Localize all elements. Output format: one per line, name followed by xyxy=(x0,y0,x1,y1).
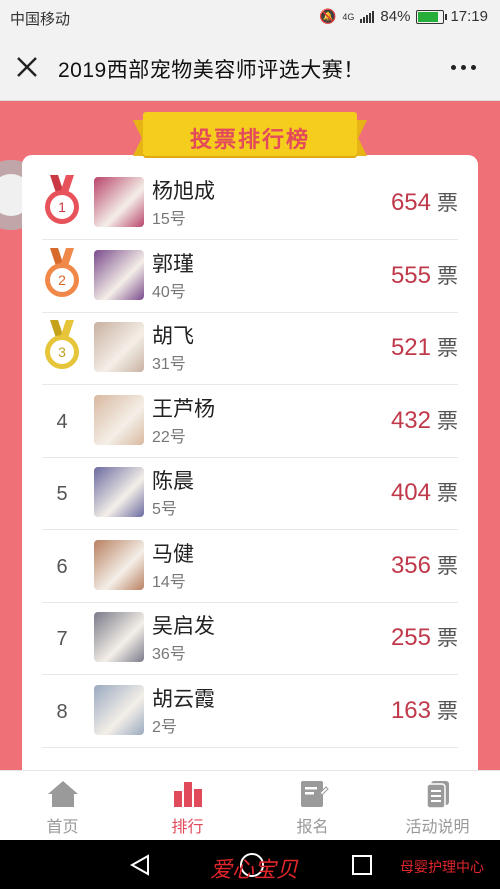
more-dots-icon[interactable] xyxy=(451,65,476,70)
document-icon xyxy=(425,781,449,809)
vote-count: 555 票 xyxy=(390,261,458,289)
carrier-name: 中国移动 xyxy=(10,11,71,28)
title-bar: 2019西部宠物美容师评选大赛！ xyxy=(0,34,500,101)
tab-ranking[interactable]: 排行 xyxy=(125,771,250,841)
svg-text:1: 1 xyxy=(58,199,66,215)
contestant-number: 31号 xyxy=(152,356,186,373)
contestant-number: 5号 xyxy=(152,501,177,518)
vote-count: 404 票 xyxy=(390,479,458,506)
vote-count: 432 票 xyxy=(390,406,458,434)
contestant-name: 陈晨 xyxy=(152,470,194,493)
leaderboard-row[interactable]: 4 王芦杨 22号 432 票 xyxy=(42,385,458,458)
vote-unit: 票 xyxy=(437,482,458,505)
vote-unit: 票 xyxy=(437,192,458,215)
leaderboard-row[interactable]: 6 马健 14号 356 票 xyxy=(42,530,458,603)
tab-home[interactable]: 首页 xyxy=(0,771,125,841)
status-icons: 🔕 4G 84% 17:19 xyxy=(319,8,488,25)
tab-label: 活动说明 xyxy=(405,819,470,836)
vote-count: 163 票 xyxy=(390,696,458,724)
leaderboard-row[interactable]: 2 郭瑾 40号 555 票 xyxy=(42,240,458,313)
leaderboard-row[interactable]: 8 胡云霞 2号 163 票 xyxy=(42,675,458,748)
vote-unit: 票 xyxy=(437,264,458,288)
back-icon[interactable] xyxy=(130,854,150,876)
rank-number: 8 xyxy=(56,700,68,723)
vote-unit: 票 xyxy=(437,409,458,433)
system-nav-bar: 爱心宝贝 母婴护理中心 xyxy=(0,840,500,889)
rank-number: 7 xyxy=(56,628,68,650)
signal-icon xyxy=(360,10,375,23)
vote-unit: 票 xyxy=(437,627,458,650)
status-bar: 中国移动 🔕 4G 84% 17:19 xyxy=(0,0,500,34)
contestant-name: 吴启发 xyxy=(152,615,215,638)
contestant-photo[interactable] xyxy=(94,684,144,735)
vote-unit: 票 xyxy=(437,699,458,723)
contestant-photo[interactable] xyxy=(94,539,144,590)
tab-label: 首页 xyxy=(46,819,79,836)
vote-count: 521 票 xyxy=(390,334,458,361)
vote-count: 356 票 xyxy=(390,551,458,579)
tab-signup[interactable]: 报名 xyxy=(250,771,375,841)
contestant-name: 杨旭成 xyxy=(152,180,215,203)
leaderboard-card: 1 杨旭成 15号 654 票 2 郭瑾 40号 555 票 3 胡飞 31号 52… xyxy=(22,155,478,795)
contestant-photo[interactable] xyxy=(94,249,144,300)
home-icon xyxy=(47,781,78,807)
close-icon[interactable] xyxy=(14,54,40,80)
tab-label: 报名 xyxy=(296,819,329,836)
svg-text:2: 2 xyxy=(58,272,66,288)
clock: 17:19 xyxy=(450,8,488,25)
mute-icon: 🔕 xyxy=(318,8,337,24)
vote-unit: 票 xyxy=(437,554,458,578)
recent-apps-icon[interactable] xyxy=(352,855,372,875)
contestant-number: 14号 xyxy=(152,573,186,591)
contestant-name: 胡飞 xyxy=(152,325,194,348)
contestant-photo[interactable] xyxy=(94,177,144,227)
rank-number: 5 xyxy=(56,483,68,505)
battery-percent: 84% xyxy=(380,8,411,25)
tab-instructions[interactable]: 活动说明 xyxy=(375,771,500,841)
contestant-name: 王芦杨 xyxy=(152,397,215,421)
rank-number: 6 xyxy=(56,555,68,578)
medal-icon: 3 xyxy=(45,320,79,369)
bar-chart-icon xyxy=(173,782,202,807)
page-title: 2019西部宠物美容师评选大赛！ xyxy=(58,59,365,82)
rank-number: 4 xyxy=(56,410,68,433)
edit-icon xyxy=(300,781,329,807)
tab-label: 排行 xyxy=(171,819,204,836)
ribbon-title: 投票排行榜 xyxy=(189,127,310,152)
watermark-text: 爱心宝贝 xyxy=(210,857,299,882)
battery-icon xyxy=(416,9,448,24)
leaderboard-row[interactable]: 7 吴启发 36号 255 票 xyxy=(42,602,458,675)
contestant-photo[interactable] xyxy=(94,612,144,662)
leaderboard-row[interactable]: 5 陈晨 5号 404 票 xyxy=(42,457,458,530)
network-type: 4G xyxy=(342,11,355,22)
watermark-text: 母婴护理中心 xyxy=(400,859,484,875)
leaderboard-row[interactable]: 1 杨旭成 15号 654 票 xyxy=(42,167,458,240)
contestant-name: 郭瑾 xyxy=(152,252,194,276)
vote-count: 654 票 xyxy=(390,189,458,216)
contestant-photo[interactable] xyxy=(94,322,144,372)
contestant-number: 15号 xyxy=(152,211,186,228)
contestant-photo[interactable] xyxy=(94,394,144,445)
contestant-photo[interactable] xyxy=(94,467,144,517)
leaderboard-ribbon: 投票排行榜 xyxy=(133,112,367,162)
bottom-tab-bar: 首页 排行 报名 活动说明 xyxy=(0,770,500,841)
vote-count: 255 票 xyxy=(390,624,458,651)
leaderboard-row[interactable]: 3 胡飞 31号 521 票 xyxy=(42,312,458,385)
contestant-number: 22号 xyxy=(152,428,186,446)
vote-unit: 票 xyxy=(437,337,458,360)
contestant-number: 2号 xyxy=(152,718,177,736)
medal-icon: 2 xyxy=(45,247,79,297)
contestant-name: 胡云霞 xyxy=(152,687,215,711)
contestant-number: 36号 xyxy=(152,646,186,663)
svg-text:3: 3 xyxy=(58,344,66,360)
medal-icon: 1 xyxy=(45,175,79,224)
contestant-number: 40号 xyxy=(152,283,186,301)
contestant-name: 马健 xyxy=(152,542,194,566)
